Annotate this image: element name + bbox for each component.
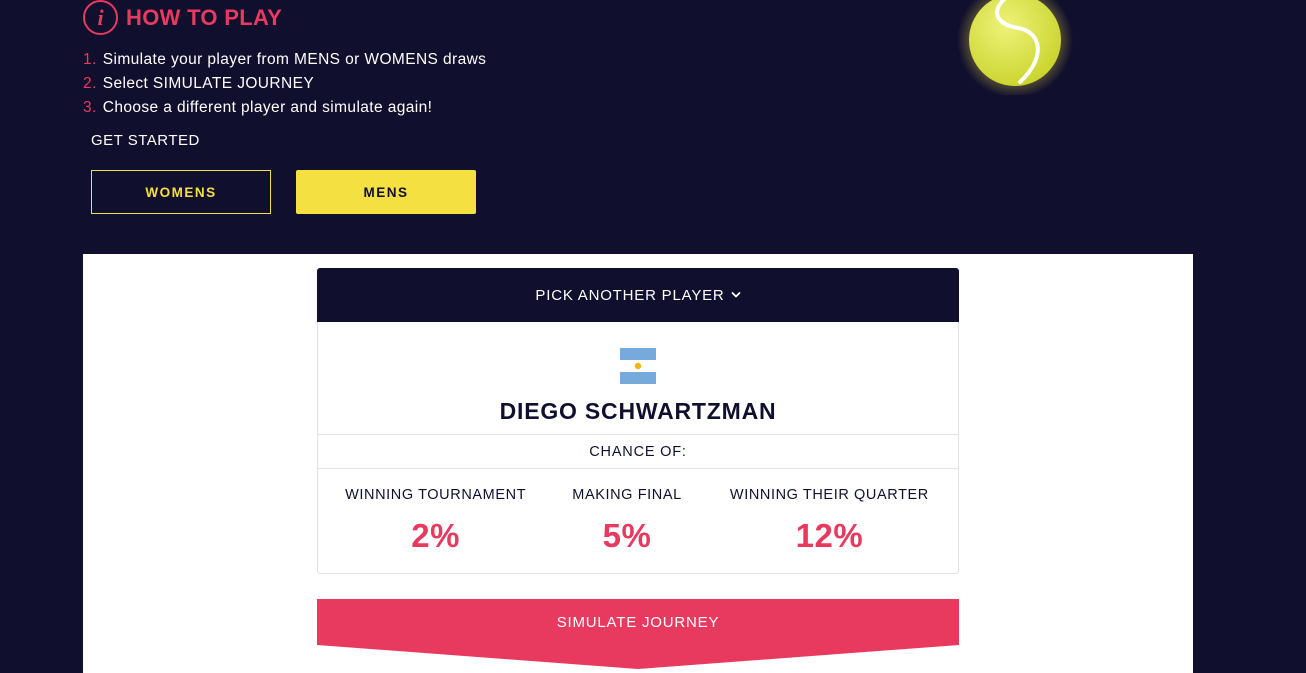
player-panel: PICK ANOTHER PLAYER DIEGO SCHWARTZMAN CH…: [83, 254, 1193, 673]
page: i HOW TO PLAY 1. Simulate your player fr…: [0, 0, 1306, 673]
simulate-journey-label: SIMULATE JOURNEY: [556, 613, 720, 631]
stat-label: WINNING THEIR QUARTER: [729, 487, 929, 503]
stat-value: 5%: [602, 517, 652, 554]
step-item: 1. Simulate your player from MENS or WOM…: [83, 48, 486, 72]
step-text: Choose a different player and simulate a…: [102, 99, 433, 116]
stat-winning-quarter: WINNING THEIR QUARTER 12%: [701, 469, 958, 573]
womens-draw-button[interactable]: WOMENS: [91, 170, 271, 214]
player-details: DIEGO SCHWARTZMAN CHANCE OF: WINNING TOU…: [317, 322, 959, 574]
player-card: PICK ANOTHER PLAYER DIEGO SCHWARTZMAN CH…: [317, 268, 959, 574]
mens-draw-button[interactable]: MENS: [296, 170, 476, 214]
stat-winning-tournament: WINNING TOURNAMENT 2%: [318, 469, 553, 573]
how-to-play-title: HOW TO PLAY: [126, 4, 283, 30]
step-number: 1.: [83, 51, 97, 68]
pick-player-dropdown[interactable]: PICK ANOTHER PLAYER: [317, 268, 959, 322]
get-started-label: GET STARTED: [91, 132, 200, 149]
tennis-ball-icon: [950, 0, 1080, 95]
simulate-journey-button[interactable]: SIMULATE JOURNEY: [317, 599, 959, 673]
player-name: DIEGO SCHWARTZMAN: [499, 398, 777, 424]
stat-value: 2%: [411, 517, 460, 554]
stats-row: WINNING TOURNAMENT 2% MAKING FINAL 5% WI…: [318, 469, 958, 573]
stat-label: MAKING FINAL: [572, 487, 682, 503]
step-number: 2.: [83, 75, 97, 92]
step-text: Select SIMULATE JOURNEY: [102, 75, 315, 92]
step-number: 3.: [83, 99, 97, 116]
how-to-play-header: i HOW TO PLAY: [83, 0, 282, 35]
step-text: Simulate your player from MENS or WOMENS…: [102, 51, 487, 68]
stat-value: 12%: [795, 517, 864, 554]
step-item: 2. Select SIMULATE JOURNEY: [83, 72, 486, 96]
pick-player-label: PICK ANOTHER PLAYER: [535, 286, 725, 304]
flag-row: [318, 322, 958, 384]
chance-of-label: CHANCE OF:: [318, 434, 958, 469]
steps-list: 1. Simulate your player from MENS or WOM…: [83, 48, 486, 120]
chevron-down-icon: [731, 292, 740, 298]
stat-label: WINNING TOURNAMENT: [345, 487, 527, 503]
info-icon: i: [83, 0, 118, 35]
stat-making-final: MAKING FINAL 5%: [553, 469, 701, 573]
step-item: 3. Choose a different player and simulat…: [83, 96, 486, 120]
argentina-flag: [620, 348, 656, 384]
